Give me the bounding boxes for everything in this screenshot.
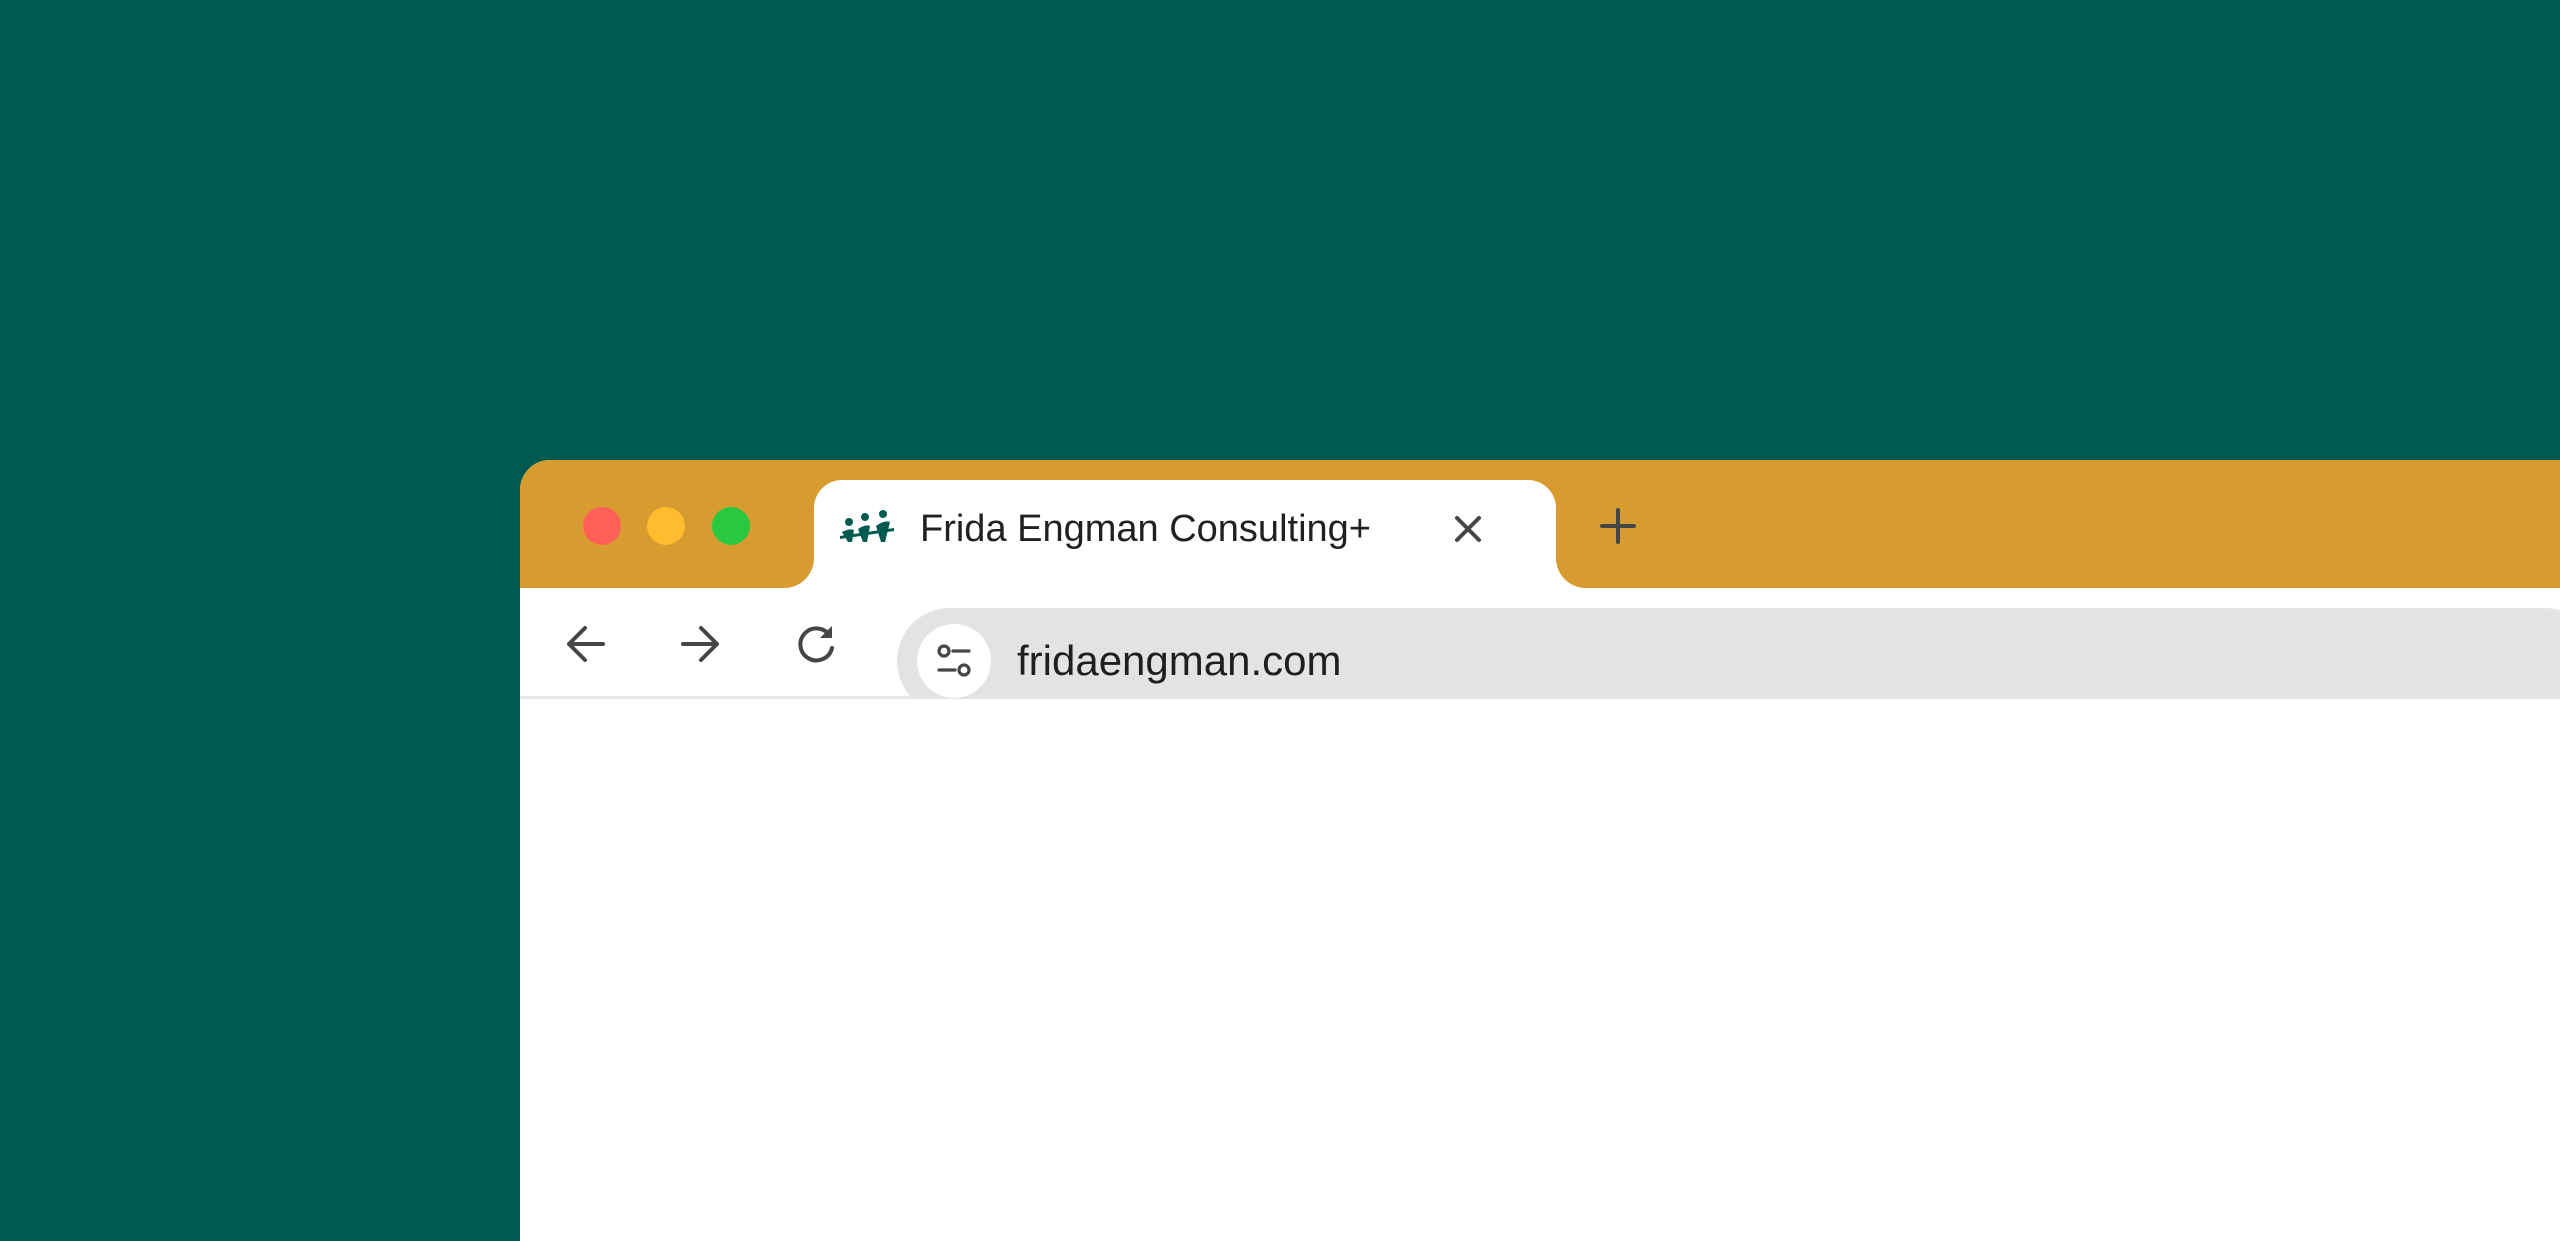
arrow-left-icon[interactable]	[558, 616, 614, 672]
people-logo-icon	[840, 508, 894, 548]
browser-window: Frida Engman Consulting+ fridaengman.com	[520, 460, 2560, 1241]
tab-active[interactable]: Frida Engman Consulting+	[814, 480, 1556, 588]
reload-icon[interactable]	[788, 616, 844, 672]
arrow-right-icon[interactable]	[672, 616, 728, 672]
window-close-button[interactable]	[583, 507, 621, 545]
window-maximize-button[interactable]	[712, 507, 750, 545]
url-text[interactable]: fridaengman.com	[1017, 636, 1342, 686]
tab-title: Frida Engman Consulting+	[920, 508, 1371, 550]
window-minimize-button[interactable]	[647, 507, 685, 545]
close-icon[interactable]	[1446, 507, 1490, 551]
desktop-background: Frida Engman Consulting+ fridaengman.com	[0, 0, 2560, 1241]
toolbar: fridaengman.com	[520, 588, 2560, 714]
tune-icon[interactable]	[917, 624, 991, 698]
page-content	[520, 699, 2560, 1241]
tab-strip: Frida Engman Consulting+	[520, 460, 2560, 588]
plus-icon[interactable]	[1594, 502, 1642, 550]
